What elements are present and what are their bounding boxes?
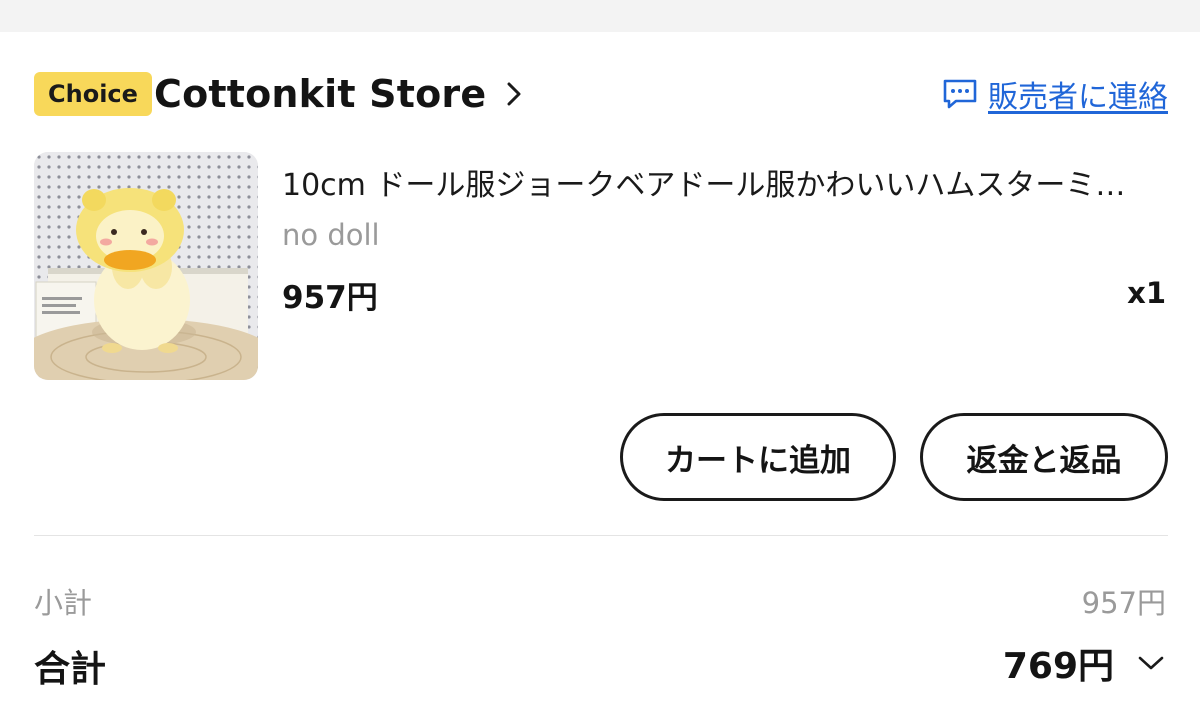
subtotal-label: 小計 — [34, 586, 93, 620]
product-title[interactable]: 10cm ドール服ジョークベアドール服かわいいハムスターミ… — [282, 160, 1162, 204]
product-quantity: x1 — [1127, 276, 1166, 310]
store-link[interactable]: Cottonkit Store — [154, 70, 524, 118]
total-expand-toggle[interactable]: 769円 — [1002, 640, 1166, 687]
store-header: Choice Cottonkit Store 販売者に連絡 — [34, 70, 1168, 118]
hamster-doll-photo-icon — [34, 152, 258, 380]
product-price: 957円 — [282, 280, 378, 316]
divider — [34, 535, 1168, 536]
store-name: Cottonkit Store — [154, 72, 487, 116]
total-value: 769円 — [1002, 646, 1114, 687]
contact-seller-label: 販売者に連絡 — [988, 80, 1168, 115]
choice-badge: Choice — [34, 72, 152, 116]
contact-seller-link[interactable]: 販売者に連絡 — [942, 74, 1168, 115]
subtotal-value: 957円 — [1081, 586, 1166, 620]
product-variant: no doll — [282, 218, 380, 252]
chevron-right-icon — [507, 82, 521, 106]
refund-return-button[interactable]: 返金と返品 — [920, 413, 1168, 501]
chat-icon — [943, 79, 977, 109]
add-to-cart-button[interactable]: カートに追加 — [620, 413, 896, 501]
chevron-down-icon — [1138, 656, 1164, 670]
total-label: 合計 — [34, 649, 107, 690]
product-image[interactable] — [34, 152, 258, 380]
top-separator-strip — [0, 0, 1200, 32]
